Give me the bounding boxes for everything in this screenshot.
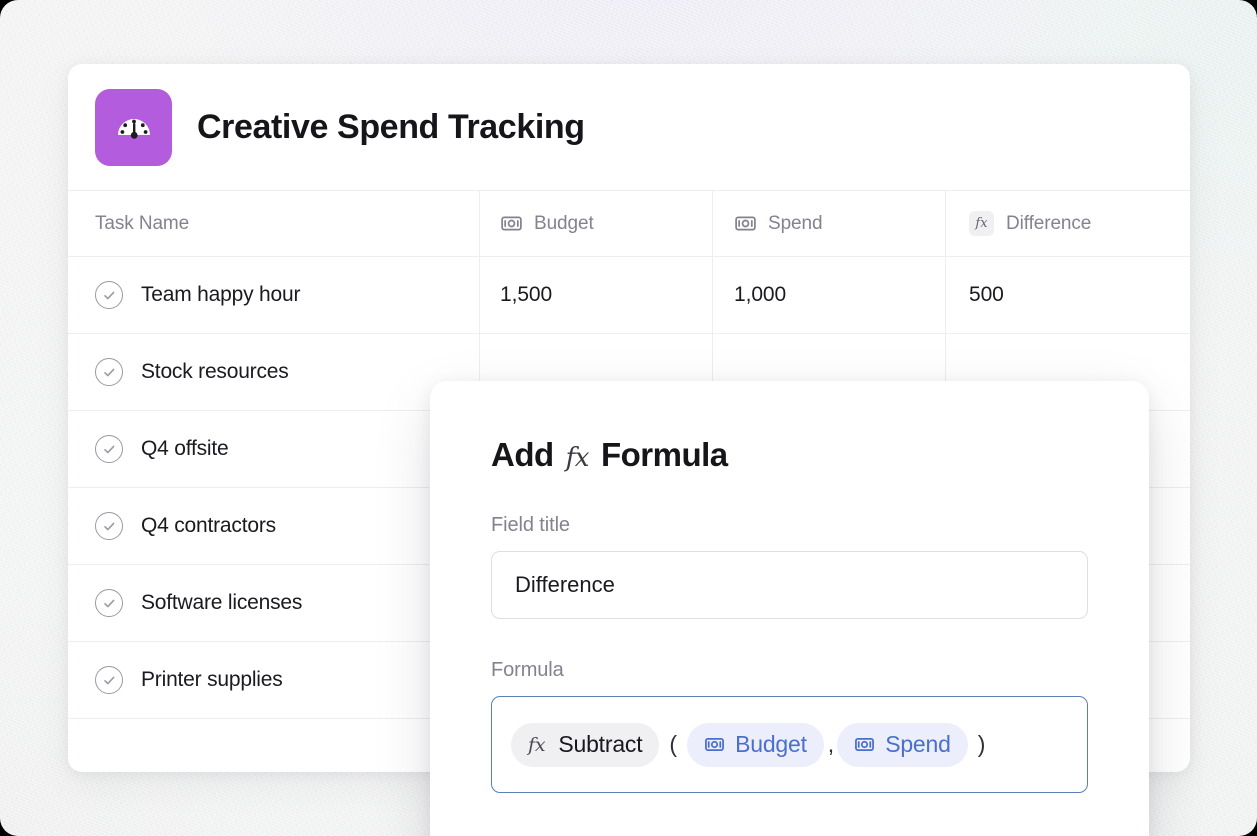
column-header-difference[interactable]: fx Difference	[946, 191, 1190, 256]
task-name: Software licenses	[141, 591, 302, 615]
task-name: Printer supplies	[141, 668, 283, 692]
budget-value: 1,500	[500, 283, 552, 307]
column-header-label: Spend	[768, 213, 822, 235]
difference-cell[interactable]: 500	[946, 257, 1190, 333]
close-paren: )	[968, 731, 996, 758]
formula-arg-label: Spend	[885, 731, 951, 758]
formula-separator: ,	[824, 731, 837, 758]
field-title-input[interactable]: Difference	[491, 551, 1088, 619]
task-cell[interactable]: Software licenses	[68, 565, 480, 641]
check-circle-icon[interactable]	[95, 512, 123, 540]
table-header-row: Task Name Budget	[68, 191, 1190, 257]
column-header-budget[interactable]: Budget	[480, 191, 713, 256]
task-cell[interactable]: Team happy hour	[68, 257, 480, 333]
column-header-label: Task Name	[95, 213, 189, 235]
task-cell[interactable]: Printer supplies	[68, 642, 480, 718]
check-circle-icon[interactable]	[95, 281, 123, 309]
gauge-icon	[95, 89, 172, 166]
task-name: Stock resources	[141, 360, 289, 384]
column-header-label: Budget	[534, 213, 594, 235]
money-icon	[704, 734, 725, 755]
fx-icon: fx	[566, 443, 589, 473]
formula-input[interactable]: fx Subtract ( Budget , S	[491, 696, 1088, 793]
spend-value: 1,000	[734, 283, 786, 307]
task-name: Q4 contractors	[141, 514, 276, 538]
column-header-label: Difference	[1006, 213, 1091, 235]
task-cell[interactable]: Q4 contractors	[68, 488, 480, 564]
task-cell[interactable]: Q4 offsite	[68, 411, 480, 487]
budget-cell[interactable]: 1,500	[480, 257, 713, 333]
check-circle-icon[interactable]	[95, 358, 123, 386]
column-header-task-name[interactable]: Task Name	[68, 191, 480, 256]
money-icon	[500, 212, 523, 235]
card-header: Creative Spend Tracking	[68, 64, 1190, 191]
table-row[interactable]: Team happy hour 1,500 1,000 500	[68, 257, 1190, 334]
add-formula-modal: Add fx Formula Field title Difference Fo…	[430, 381, 1149, 836]
open-paren: (	[659, 731, 687, 758]
money-icon	[854, 734, 875, 755]
modal-title-suffix: Formula	[601, 436, 728, 474]
difference-value: 500	[969, 283, 1004, 307]
modal-title-prefix: Add	[491, 436, 554, 474]
column-header-spend[interactable]: Spend	[713, 191, 946, 256]
formula-arg-budget[interactable]: Budget	[687, 723, 824, 767]
money-icon	[734, 212, 757, 235]
formula-label: Formula	[491, 659, 1088, 682]
fx-glyph: fx	[975, 217, 987, 230]
task-name: Team happy hour	[141, 283, 300, 307]
page-title: Creative Spend Tracking	[197, 108, 585, 147]
task-name: Q4 offsite	[141, 437, 229, 461]
check-circle-icon[interactable]	[95, 435, 123, 463]
fx-icon: fx	[969, 211, 994, 236]
formula-arg-spend[interactable]: Spend	[837, 723, 968, 767]
field-title-label: Field title	[491, 514, 1088, 537]
modal-title: Add fx Formula	[491, 436, 1088, 474]
check-circle-icon[interactable]	[95, 589, 123, 617]
fx-icon: fx	[528, 734, 545, 756]
formula-function-label: Subtract	[558, 731, 642, 758]
spend-cell[interactable]: 1,000	[713, 257, 946, 333]
formula-arg-label: Budget	[735, 731, 807, 758]
check-circle-icon[interactable]	[95, 666, 123, 694]
task-cell[interactable]: Stock resources	[68, 334, 480, 410]
formula-function-token[interactable]: fx Subtract	[511, 723, 659, 767]
